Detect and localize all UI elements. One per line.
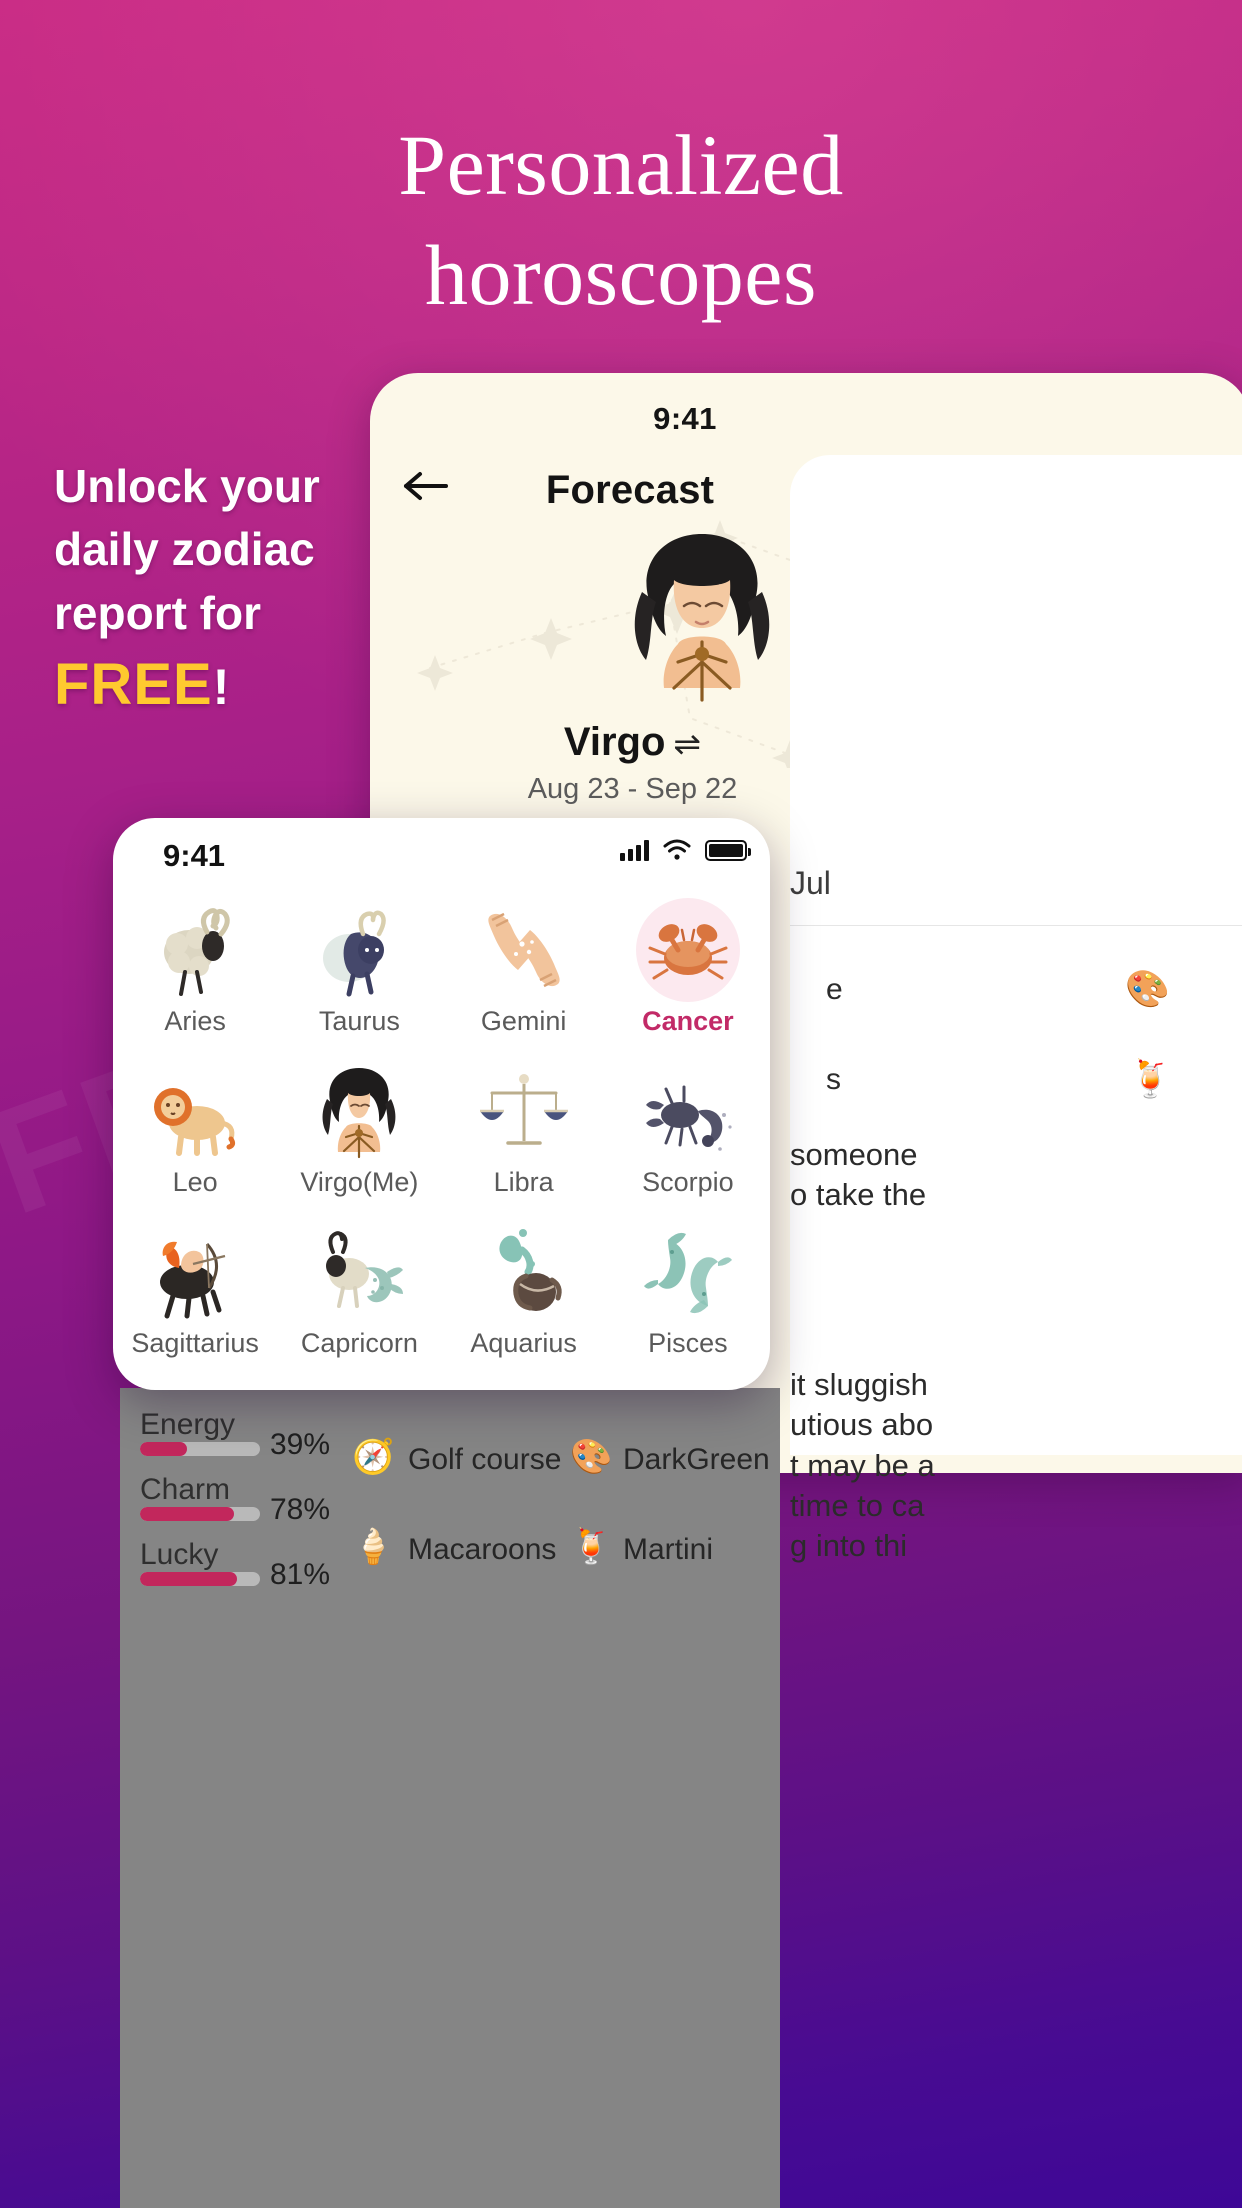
lucky-color-chip: e [826, 973, 843, 1006]
battery-icon [705, 839, 751, 861]
cocktail-icon-2: 🍹 [570, 1528, 613, 1566]
forecast-body-line-4: utious abo [790, 1407, 934, 1443]
zodiac-label-aries: Aries [164, 1006, 226, 1036]
zodiac-label-cancer: Cancer [642, 1006, 734, 1036]
cocktail-icon: 🍹 [1128, 1058, 1173, 1099]
crab-illustration [635, 898, 740, 1002]
signal-bars-icon [620, 839, 649, 861]
zodiac-cell-scorpio[interactable]: Scorpio [606, 1059, 770, 1198]
promo-line-3: report for [54, 586, 261, 639]
scales-illustration [472, 1059, 576, 1163]
zodiac-label-leo: Leo [172, 1167, 218, 1197]
stat-track-charm [140, 1507, 260, 1521]
zodiac-cell-cancer[interactable]: Cancer [606, 898, 770, 1037]
ram-illustration [143, 898, 247, 1002]
forecast-status-time: 9:41 [653, 401, 717, 436]
free-label: FREE [54, 652, 213, 718]
bull-illustration [307, 898, 411, 1002]
zodiac-status-time: 9:41 [163, 838, 226, 873]
virgo-maiden-illustration [634, 534, 770, 702]
compass-icon: 🧭 [352, 1438, 395, 1476]
stat-label-lucky: Lucky [140, 1538, 219, 1571]
zodiac-label-gemini: Gemini [480, 1006, 567, 1036]
exclamation-mark: ! [212, 659, 230, 716]
lucky-drink-chip: s [826, 1063, 841, 1096]
stat-percent-energy: 39% [270, 1428, 331, 1461]
swap-sign-icon[interactable]: ⇌ [673, 725, 701, 762]
forecast-body-line-3: it sluggish [790, 1367, 928, 1402]
stat-track-lucky [140, 1572, 260, 1586]
maiden-illustration [307, 1059, 411, 1163]
zodiac-label-capricorn: Capricorn [300, 1328, 418, 1358]
sea-goat-illustration [307, 1220, 411, 1324]
recommendation-macaroons[interactable]: Macaroons [408, 1533, 556, 1567]
stat-fill-charm [140, 1507, 234, 1521]
forecast-body-bottom: it sluggish utious abo t may be a time t… [790, 1365, 1242, 1566]
stat-percent-charm: 78% [270, 1493, 331, 1526]
zodiac-cell-leo[interactable]: Leo [113, 1059, 277, 1198]
sign-name-text: Virgo [563, 720, 666, 764]
zodiac-cell-pisces[interactable]: Pisces [606, 1220, 770, 1359]
stat-label-charm: Charm [140, 1473, 231, 1506]
zodiac-cell-aries[interactable]: Aries [113, 898, 277, 1037]
zodiac-cell-gemini[interactable]: Gemini [442, 898, 606, 1037]
zodiac-sign-grid: Aries Taurus Gemini Cancer Leo Virgo(Me)… [113, 898, 770, 1359]
zodiac-label-aquarius: Aquarius [470, 1328, 577, 1358]
zodiac-label-scorpio: Scorpio [642, 1167, 734, 1197]
stat-fill-energy [140, 1442, 187, 1456]
zodiac-label-libra: Libra [493, 1167, 554, 1197]
icecream-icon: 🍦 [352, 1528, 395, 1566]
forecast-body-line-5: t may be a [790, 1447, 935, 1483]
wifi-icon [663, 839, 691, 860]
stat-track-energy [140, 1442, 260, 1456]
recommendation-golf-course[interactable]: Golf course [408, 1443, 561, 1477]
forecast-body-line-1: someone [790, 1137, 918, 1172]
two-fish-illustration [636, 1220, 740, 1324]
centaur-archer-illustration [143, 1220, 247, 1324]
forecast-month-label[interactable]: Jul [790, 865, 890, 902]
zodiac-label-sagittarius: Sagittarius [131, 1328, 259, 1358]
zodiac-cell-libra[interactable]: Libra [442, 1059, 606, 1198]
zodiac-cell-virgo[interactable]: Virgo(Me) [277, 1059, 441, 1198]
scorpion-illustration [636, 1059, 740, 1163]
zodiac-status-icons [620, 838, 1242, 862]
page-title: Personalized horoscopes [0, 110, 1242, 330]
palette-icon-2: 🎨 [570, 1438, 613, 1476]
recommendation-darkgreen[interactable]: DarkGreen [623, 1443, 770, 1477]
headline-line-1: Personalized [398, 117, 844, 213]
zodiac-cell-capricorn[interactable]: Capricorn [277, 1220, 441, 1359]
twin-hands-illustration [472, 898, 576, 1002]
lion-illustration [143, 1059, 247, 1163]
promo-line-4: FREE! [54, 645, 384, 725]
zodiac-cell-taurus[interactable]: Taurus [277, 898, 441, 1037]
stat-label-energy: Energy [140, 1408, 236, 1441]
stat-fill-lucky [140, 1572, 238, 1586]
forecast-body-line-6: time to ca [790, 1487, 925, 1523]
stat-percent-lucky: 81% [270, 1558, 331, 1591]
forecast-body-top: someone o take the [790, 1135, 1242, 1216]
zodiac-label-taurus: Taurus [318, 1006, 400, 1036]
forecast-body-line-2: o take the [790, 1177, 927, 1213]
panel-divider [790, 925, 1242, 926]
palette-icon: 🎨 [1125, 968, 1170, 1009]
zodiac-label-pisces: Pisces [648, 1328, 728, 1358]
water-bearer-illustration [472, 1220, 576, 1324]
zodiac-cell-aquarius[interactable]: Aquarius [442, 1220, 606, 1359]
headline-line-2: horoscopes [425, 227, 817, 324]
promo-line-2: daily zodiac [54, 523, 315, 576]
recommendation-martini[interactable]: Martini [623, 1533, 713, 1567]
forecast-detail-panel [790, 455, 1242, 1455]
zodiac-cell-sagittarius[interactable]: Sagittarius [113, 1220, 277, 1359]
zodiac-label-virgo: Virgo(Me) [300, 1167, 419, 1197]
forecast-body-line-7: g into thi [790, 1528, 908, 1564]
